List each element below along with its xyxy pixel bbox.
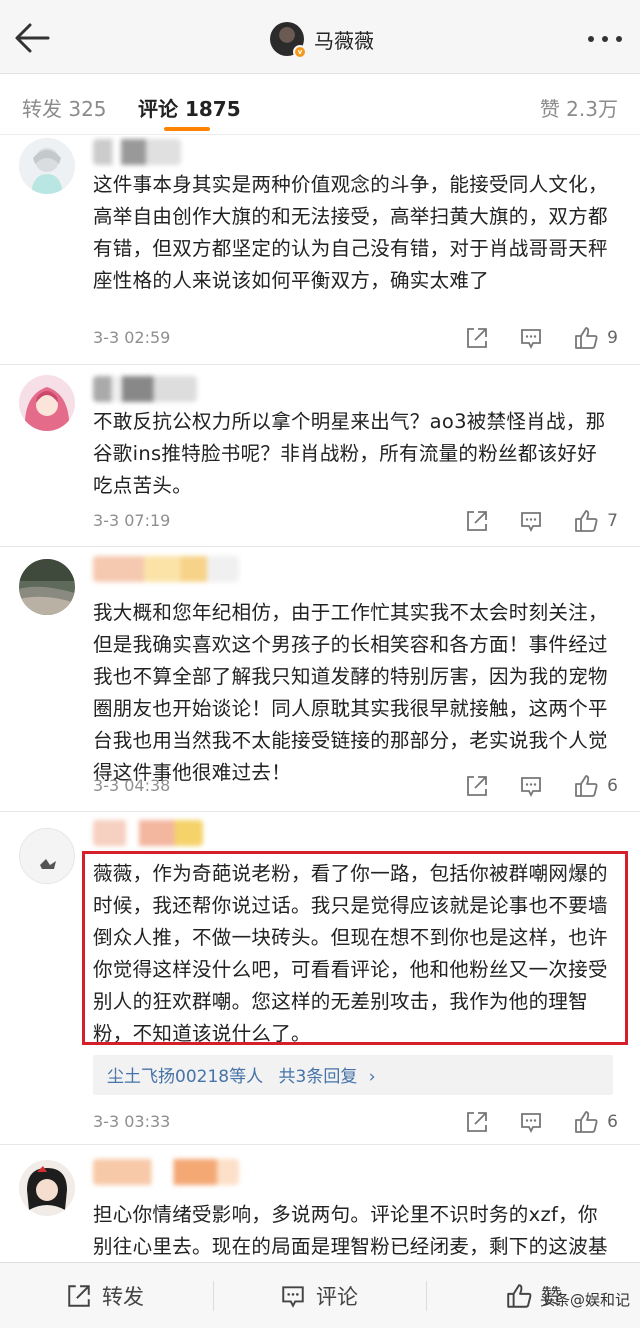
comment-text: 我大概和您年纪相仿，由于工作忙其实我不太会时刻关注，但是我确实喜欢这个男孩子的长… bbox=[93, 601, 608, 784]
comment-button[interactable] bbox=[519, 774, 543, 798]
username-blurred[interactable] bbox=[93, 139, 181, 165]
comment-icon bbox=[521, 777, 542, 798]
tab-like[interactable]: 赞 2.3万 bbox=[540, 93, 618, 122]
share-button[interactable] bbox=[465, 1110, 489, 1134]
comment-actions: 9 bbox=[435, 324, 618, 352]
repost-label: 转发 bbox=[102, 1285, 144, 1309]
reply-count-link[interactable]: 共3条回复 bbox=[279, 1067, 358, 1087]
thumbs-up-icon bbox=[575, 327, 598, 349]
thumbs-up-icon bbox=[507, 1284, 532, 1308]
share-button[interactable] bbox=[465, 774, 489, 798]
comment-item: 这件事本身其实是两种价值观念的斗争，能接受同人文化，高举自由创作大旗的和无法接受… bbox=[0, 136, 640, 365]
divider bbox=[426, 1281, 427, 1311]
thumbs-up-icon bbox=[575, 510, 598, 532]
reply-user-link[interactable]: 尘土飞扬00218 bbox=[107, 1067, 229, 1087]
avatar-image-icon bbox=[19, 375, 75, 431]
comment-time: 3-3 03:33 bbox=[93, 1112, 171, 1131]
more-dots-icon bbox=[588, 36, 622, 42]
comment-time: 3-3 07:19 bbox=[93, 511, 171, 530]
like-count: 6 bbox=[607, 1112, 618, 1132]
page-title: 马薇薇 bbox=[314, 28, 374, 53]
avatar[interactable] bbox=[19, 828, 75, 884]
like-button[interactable]: 6 bbox=[573, 1109, 618, 1135]
like-count: 7 bbox=[607, 511, 618, 531]
avatar[interactable] bbox=[19, 1160, 75, 1216]
share-icon bbox=[467, 1112, 488, 1132]
comment-button[interactable] bbox=[519, 1110, 543, 1134]
share-icon bbox=[467, 328, 488, 348]
comment-text: 不敢反抗公权力所以拿个明星来出气？ao3被禁怪肖战，那谷歌ins推特脸书呢？非肖… bbox=[93, 410, 606, 497]
profile-title[interactable]: v 马薇薇 bbox=[270, 21, 374, 59]
share-icon bbox=[68, 1285, 90, 1307]
comment-list: 这件事本身其实是两种价值观念的斗争，能接受同人文化，高举自由创作大旗的和无法接受… bbox=[0, 136, 640, 1262]
tab-comment[interactable]: 评论 1875 bbox=[138, 93, 241, 122]
comment-icon bbox=[521, 329, 542, 350]
comment-time: 3-3 02:59 bbox=[93, 328, 171, 347]
avatar-image-icon bbox=[19, 559, 75, 615]
comment-item: 担心你情绪受影响，多说两句。评论里不识时务的xzf，你别往心里去。现在的局面是理… bbox=[0, 1145, 640, 1262]
avatar[interactable] bbox=[19, 138, 75, 194]
top-nav-bar: v 马薇薇 bbox=[0, 0, 640, 74]
thumbs-up-icon bbox=[575, 775, 598, 797]
comment-time: 3-3 04:38 bbox=[93, 776, 171, 795]
active-tab-indicator bbox=[164, 127, 210, 131]
verified-badge-icon: v bbox=[293, 45, 307, 59]
comment-text: 这件事本身其实是两种价值观念的斗争，能接受同人文化，高举自由创作大旗的和无法接受… bbox=[93, 173, 608, 292]
comment-icon bbox=[521, 1113, 542, 1134]
avatar[interactable] bbox=[19, 559, 75, 615]
comment-text: 薇薇，作为奇葩说老粉，看了你一路，包括你被群嘲网爆的时候，我还帮你说过话。我只是… bbox=[93, 862, 608, 1045]
more-button[interactable] bbox=[584, 22, 626, 56]
comment-icon bbox=[282, 1286, 304, 1308]
repost-button[interactable]: 转发 bbox=[66, 1281, 144, 1311]
username-blurred[interactable] bbox=[93, 820, 203, 846]
like-button[interactable]: 9 bbox=[573, 325, 618, 351]
comment-actions: 6 bbox=[435, 1108, 618, 1136]
avatar[interactable]: v bbox=[270, 22, 307, 59]
like-count: 9 bbox=[607, 328, 618, 348]
comment-item: 我大概和您年纪相仿，由于工作忙其实我不太会时刻关注，但是我确实喜欢这个男孩子的长… bbox=[0, 547, 640, 812]
back-button[interactable] bbox=[8, 18, 58, 58]
reply-suffix: 等人 bbox=[229, 1067, 264, 1087]
chevron-right-icon: › bbox=[368, 1067, 376, 1087]
thumbs-up-icon bbox=[575, 1111, 598, 1133]
comment-actions: 6 bbox=[435, 772, 618, 800]
watermark: 头条@娱和记 bbox=[539, 1291, 630, 1309]
tab-repost[interactable]: 转发 325 bbox=[22, 93, 107, 122]
share-button[interactable] bbox=[465, 326, 489, 350]
reply-summary[interactable]: 尘土飞扬00218等人 共3条回复 › bbox=[93, 1055, 613, 1095]
username-blurred[interactable] bbox=[93, 1159, 239, 1185]
avatar-image-icon bbox=[19, 1160, 75, 1216]
like-count: 6 bbox=[607, 776, 618, 796]
username-blurred[interactable] bbox=[93, 376, 197, 402]
avatar[interactable] bbox=[19, 375, 75, 431]
comment-action-button[interactable]: 评论 bbox=[280, 1281, 358, 1311]
like-button[interactable]: 6 bbox=[573, 773, 618, 799]
avatar-image-icon bbox=[20, 829, 74, 883]
username-blurred[interactable] bbox=[93, 556, 239, 582]
avatar-image-icon bbox=[19, 138, 75, 194]
divider bbox=[213, 1281, 214, 1311]
like-button[interactable]: 7 bbox=[573, 508, 618, 534]
comment-item: 薇薇，作为奇葩说老粉，看了你一路，包括你被群嘲网爆的时候，我还帮你说过话。我只是… bbox=[0, 812, 640, 1145]
comment-actions: 7 bbox=[435, 507, 618, 535]
comment-button[interactable] bbox=[519, 326, 543, 350]
back-arrow-icon bbox=[15, 23, 50, 53]
comment-icon bbox=[521, 512, 542, 533]
share-icon bbox=[467, 776, 488, 796]
bottom-action-bar: 转发 评论 赞 头条@娱和记 bbox=[0, 1262, 640, 1328]
comment-action-label: 评论 bbox=[316, 1285, 358, 1309]
share-icon bbox=[467, 511, 488, 531]
comment-button[interactable] bbox=[519, 509, 543, 533]
tab-bar: 转发 325 评论 1875 赞 2.3万 bbox=[0, 75, 640, 135]
comment-item: 不敢反抗公权力所以拿个明星来出气？ao3被禁怪肖战，那谷歌ins推特脸书呢？非肖… bbox=[0, 365, 640, 547]
share-button[interactable] bbox=[465, 509, 489, 533]
comment-text: 担心你情绪受影响，多说两句。评论里不识时务的xzf，你别往心里去。现在的局面是理… bbox=[93, 1203, 608, 1258]
